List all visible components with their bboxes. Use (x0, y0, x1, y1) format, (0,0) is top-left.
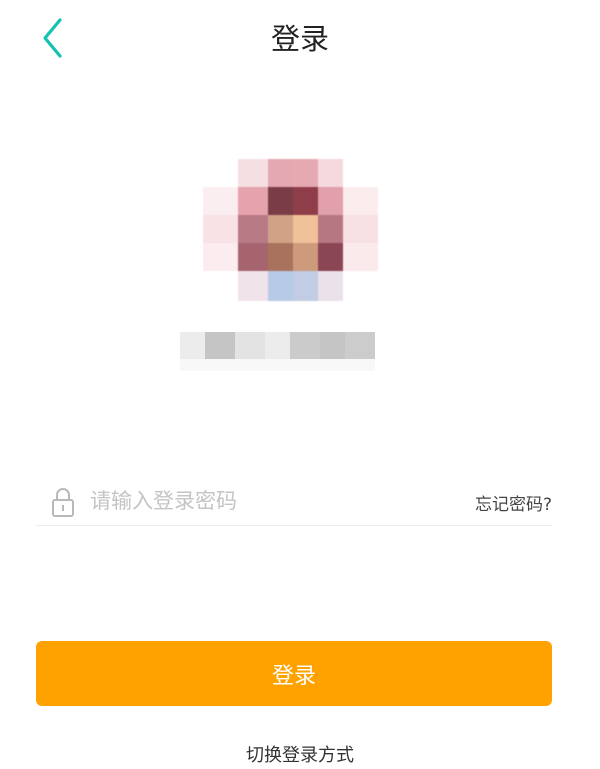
lock-icon (52, 488, 74, 517)
password-input[interactable] (90, 484, 390, 518)
switch-login-method-link[interactable]: 切换登录方式 (0, 741, 600, 767)
page-title: 登录 (270, 22, 329, 56)
password-row: 忘记密码? (36, 478, 552, 526)
avatar (203, 159, 378, 304)
forgot-password-link[interactable]: 忘记密码? (475, 490, 552, 515)
header: 登录 (0, 0, 600, 80)
login-button[interactable]: 登录 (36, 641, 552, 706)
username (180, 325, 380, 380)
